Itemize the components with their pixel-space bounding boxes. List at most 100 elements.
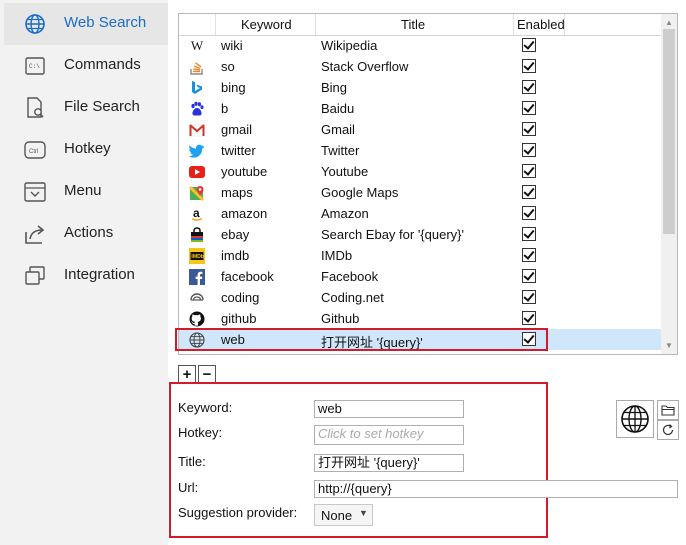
row-keyword: b	[221, 101, 229, 116]
wikipedia-icon: W	[190, 38, 204, 53]
row-title: Github	[321, 311, 360, 326]
scroll-up-icon[interactable]: ▲	[665, 18, 673, 27]
gmail-icon	[189, 122, 205, 138]
enabled-checkbox[interactable]	[522, 164, 536, 178]
column-header-keyword[interactable]: Keyword	[241, 17, 292, 32]
stackoverflow-icon	[189, 59, 205, 75]
sidebar: Web Search C:\ Commands File Search Ctrl…	[0, 0, 168, 545]
vertical-scrollbar[interactable]: ▲ ▼	[661, 14, 677, 354]
scrollbar-thumb[interactable]	[663, 29, 675, 234]
table-row[interactable]: bing Bing	[179, 77, 661, 98]
svg-text:a: a	[193, 206, 200, 220]
baidu-icon	[189, 101, 205, 117]
remove-button[interactable]: −	[198, 365, 216, 383]
enabled-checkbox[interactable]	[522, 80, 536, 94]
sidebar-item-file-search[interactable]: File Search	[4, 87, 168, 129]
row-title: IMDb	[321, 248, 353, 263]
enabled-checkbox[interactable]	[522, 227, 536, 241]
suggestion-provider-value: None	[321, 508, 353, 523]
browse-icon-button[interactable]	[657, 400, 679, 420]
url-input[interactable]: http://{query}	[314, 480, 678, 498]
globe-icon	[621, 405, 649, 433]
menu-icon	[24, 181, 46, 203]
url-label: Url:	[178, 480, 199, 495]
suggestion-provider-select[interactable]: None ▼	[314, 504, 373, 526]
twitter-icon	[189, 143, 205, 159]
share-icon	[24, 223, 46, 245]
enabled-checkbox[interactable]	[522, 122, 536, 136]
hotkey-label: Hotkey:	[178, 425, 223, 440]
row-keyword: amazon	[221, 206, 268, 221]
keyword-input[interactable]: web	[314, 400, 464, 418]
selection-highlight	[175, 328, 548, 351]
scroll-down-icon[interactable]: ▼	[665, 341, 673, 350]
row-title: Gmail	[321, 122, 355, 137]
title-input[interactable]: 打开网址 '{query}'	[314, 454, 464, 472]
table-row[interactable]: b Baidu	[179, 98, 661, 119]
sidebar-item-integration[interactable]: Integration	[4, 255, 168, 297]
table-row[interactable]: github Github	[179, 308, 661, 329]
svg-text:Ctrl: Ctrl	[29, 149, 38, 155]
table-row[interactable]: twitter Twitter	[179, 140, 661, 161]
row-keyword: gmail	[221, 122, 253, 137]
sidebar-item-web-search[interactable]: Web Search	[4, 3, 168, 45]
add-button[interactable]: +	[178, 365, 196, 383]
sidebar-item-label: Actions	[64, 224, 114, 241]
sidebar-item-actions[interactable]: Actions	[4, 213, 168, 255]
folder-icon	[661, 405, 675, 416]
enabled-checkbox[interactable]	[522, 248, 536, 262]
svg-text:C:\: C:\	[29, 63, 40, 70]
row-keyword: maps	[221, 185, 253, 200]
row-title: Amazon	[321, 206, 369, 221]
table-row[interactable]: IMDb imdb IMDb	[179, 245, 661, 266]
enabled-checkbox[interactable]	[522, 185, 536, 199]
enabled-checkbox[interactable]	[522, 143, 536, 157]
hotkey-input[interactable]: Click to set hotkey	[314, 425, 464, 445]
table-row[interactable]: coding Coding.net	[179, 287, 661, 308]
enabled-checkbox[interactable]	[522, 38, 536, 52]
coding-icon	[189, 290, 205, 306]
row-title: Google Maps	[321, 185, 399, 200]
entry-icon-preview[interactable]	[616, 400, 654, 438]
row-keyword: wiki	[221, 38, 243, 53]
enabled-checkbox[interactable]	[522, 290, 536, 304]
table-row[interactable]: W wiki Wikipedia	[179, 35, 661, 56]
row-title: Search Ebay for '{query}'	[321, 227, 464, 242]
enabled-checkbox[interactable]	[522, 206, 536, 220]
amazon-icon: a	[189, 206, 205, 222]
table-row[interactable]: maps Google Maps	[179, 182, 661, 203]
maps-icon	[189, 185, 205, 201]
sidebar-item-label: File Search	[64, 98, 140, 115]
column-header-title[interactable]: Title	[401, 17, 425, 32]
suggestion-provider-label: Suggestion provider:	[178, 505, 298, 520]
row-title: Youtube	[321, 164, 369, 179]
table-row[interactable]: youtube Youtube	[179, 161, 661, 182]
row-keyword: coding	[221, 290, 260, 305]
table-row[interactable]: gmail Gmail	[179, 119, 661, 140]
refresh-icon	[662, 424, 674, 436]
enabled-checkbox[interactable]	[522, 101, 536, 115]
row-keyword: imdb	[221, 248, 250, 263]
table-row[interactable]: ebay Search Ebay for '{query}'	[179, 224, 661, 245]
command-icon: C:\	[24, 55, 46, 77]
enabled-checkbox[interactable]	[522, 311, 536, 325]
shopping-bag-icon	[189, 227, 205, 243]
svg-text:IMDb: IMDb	[191, 254, 204, 260]
row-keyword: github	[221, 311, 257, 326]
sidebar-item-menu[interactable]: Menu	[4, 171, 168, 213]
keyword-label: Keyword:	[178, 400, 233, 415]
table-row[interactable]: so Stack Overflow	[179, 56, 661, 77]
table-row[interactable]: facebook Facebook	[179, 266, 661, 287]
enabled-checkbox[interactable]	[522, 59, 536, 73]
enabled-checkbox[interactable]	[522, 269, 536, 283]
row-title: Bing	[321, 80, 348, 95]
sidebar-item-hotkey[interactable]: Ctrl Hotkey	[4, 129, 168, 171]
sidebar-item-commands[interactable]: C:\ Commands	[4, 45, 168, 87]
table-row[interactable]: a amazon Amazon	[179, 203, 661, 224]
sidebar-item-label: Commands	[64, 56, 141, 73]
web-search-table[interactable]: Keyword Title Enabled W wiki Wikipedia s…	[178, 13, 678, 355]
title-label: Title:	[178, 454, 206, 469]
reset-icon-button[interactable]	[657, 420, 679, 440]
file-search-icon	[24, 97, 46, 119]
column-header-enabled[interactable]: Enabled	[517, 17, 565, 32]
